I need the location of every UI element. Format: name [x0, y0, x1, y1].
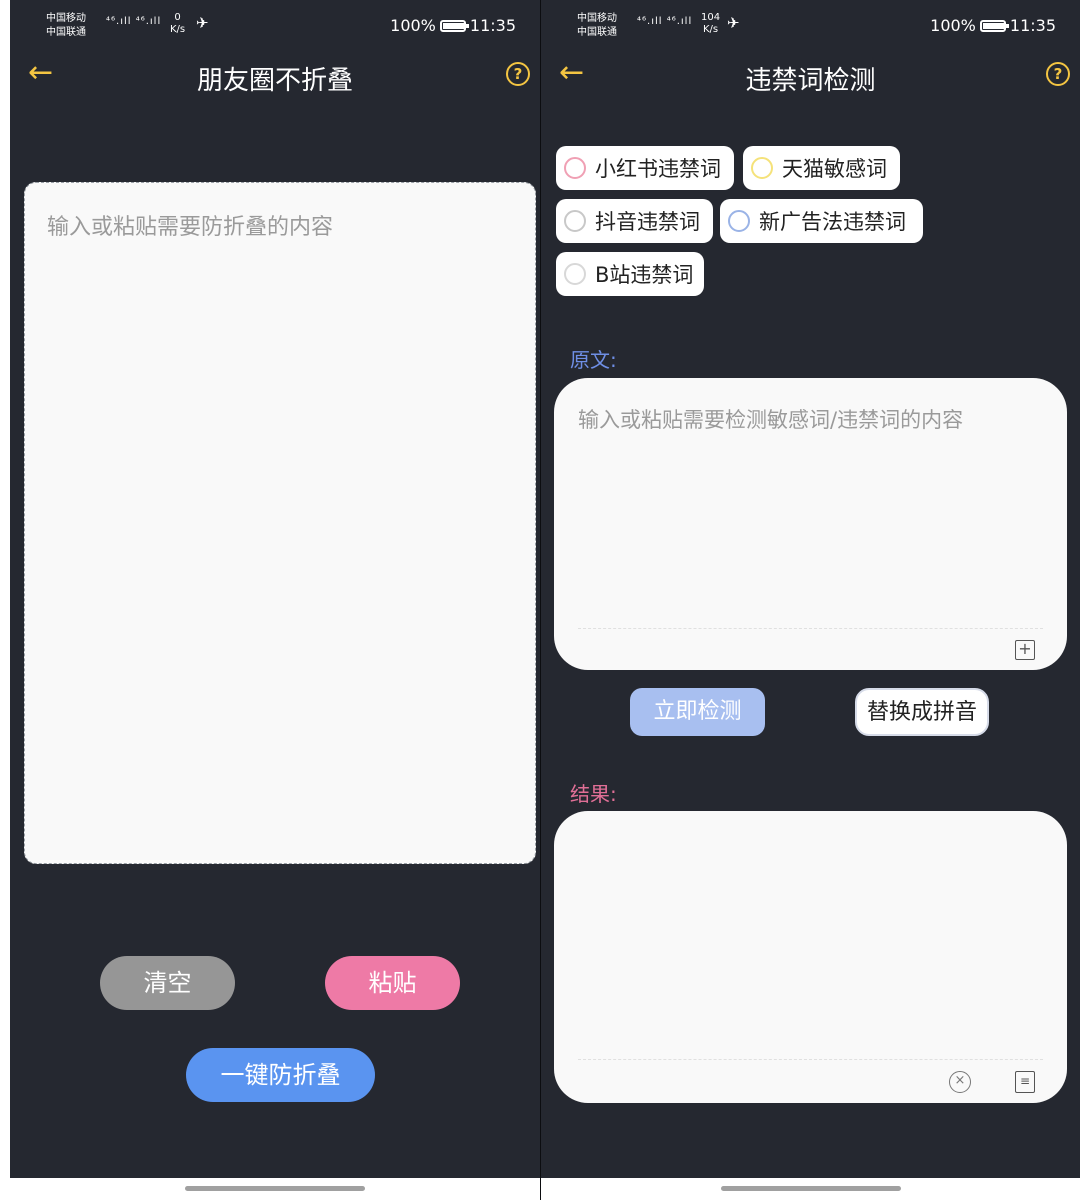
- status-bar: 中国移动 中国联通 ⁴⁶.ıll ⁴⁶.ıll 0 K/s ✈ 100% 11:…: [10, 0, 540, 52]
- carrier-info: 中国移动 中国联通: [577, 13, 617, 38]
- signal-icon: ⁴⁶.ıll ⁴⁶.ıll: [637, 16, 693, 27]
- result-text-area[interactable]: × ≡: [554, 811, 1067, 1103]
- original-text-input[interactable]: 输入或粘贴需要检测敏感词/违禁词的内容 +: [554, 378, 1067, 670]
- content-input[interactable]: 输入或粘贴需要防折叠的内容: [24, 182, 536, 864]
- paste-icon[interactable]: +: [1015, 640, 1035, 660]
- network-speed: 0 K/s: [170, 12, 186, 35]
- radio-icon: [728, 210, 750, 232]
- gesture-bar: [10, 1178, 540, 1200]
- network-speed: 104 K/s: [701, 12, 721, 35]
- help-icon[interactable]: ?: [506, 62, 530, 86]
- input-divider: [578, 628, 1043, 629]
- radio-icon: [564, 263, 586, 285]
- pinyin-button[interactable]: 替换成拼音: [855, 688, 989, 736]
- result-label: 结果:: [570, 782, 617, 806]
- carrier-info: 中国移动 中国联通: [46, 13, 86, 38]
- gesture-bar: [541, 1178, 1080, 1200]
- clear-button[interactable]: 清空: [100, 956, 235, 1010]
- paste-button[interactable]: 粘贴: [325, 956, 460, 1010]
- app-bar: ← 违禁词检测 ?: [541, 52, 1080, 102]
- clear-icon[interactable]: ×: [949, 1071, 971, 1093]
- battery-icon: [979, 19, 1009, 32]
- chip-bilibili[interactable]: B站违禁词: [556, 252, 704, 296]
- chip-xiaohongshu[interactable]: 小红书违禁词: [556, 146, 734, 190]
- right-screen: 中国移动 中国联通 ⁴⁶.ıll ⁴⁶.ıll 104 K/s ✈ 100% 1…: [541, 0, 1080, 1200]
- left-screen: 中国移动 中国联通 ⁴⁶.ıll ⁴⁶.ıll 0 K/s ✈ 100% 11:…: [10, 0, 540, 1200]
- battery-status: 100% 11:35: [390, 16, 516, 35]
- radio-icon: [564, 157, 586, 179]
- nfc-icon: ✈: [196, 14, 209, 32]
- home-indicator[interactable]: [185, 1186, 365, 1191]
- original-label: 原文:: [570, 348, 617, 372]
- signal-icon: ⁴⁶.ıll ⁴⁶.ıll: [106, 16, 162, 27]
- anti-fold-button[interactable]: 一键防折叠: [186, 1048, 375, 1102]
- home-indicator[interactable]: [720, 1186, 901, 1191]
- result-divider: [578, 1059, 1043, 1060]
- page-title: 朋友圈不折叠: [196, 66, 353, 96]
- help-icon[interactable]: ?: [1046, 62, 1070, 86]
- copy-icon[interactable]: ≡: [1015, 1071, 1035, 1093]
- app-bar: ← 朋友圈不折叠 ?: [10, 52, 540, 102]
- radio-icon: [751, 157, 773, 179]
- page-title: 违禁词检测: [745, 66, 876, 96]
- battery-status: 100% 11:35: [930, 16, 1056, 35]
- chip-tmall[interactable]: 天猫敏感词: [743, 146, 900, 190]
- chip-ad-law[interactable]: 新广告法违禁词: [720, 199, 923, 243]
- chip-douyin[interactable]: 抖音违禁词: [556, 199, 713, 243]
- input-placeholder: 输入或粘贴需要防折叠的内容: [47, 215, 334, 240]
- battery-icon: [439, 19, 469, 32]
- radio-icon: [564, 210, 586, 232]
- original-placeholder: 输入或粘贴需要检测敏感词/违禁词的内容: [578, 408, 964, 432]
- status-bar: 中国移动 中国联通 ⁴⁶.ıll ⁴⁶.ıll 104 K/s ✈ 100% 1…: [541, 0, 1080, 52]
- nfc-icon: ✈: [727, 14, 740, 32]
- detect-button[interactable]: 立即检测: [630, 688, 765, 736]
